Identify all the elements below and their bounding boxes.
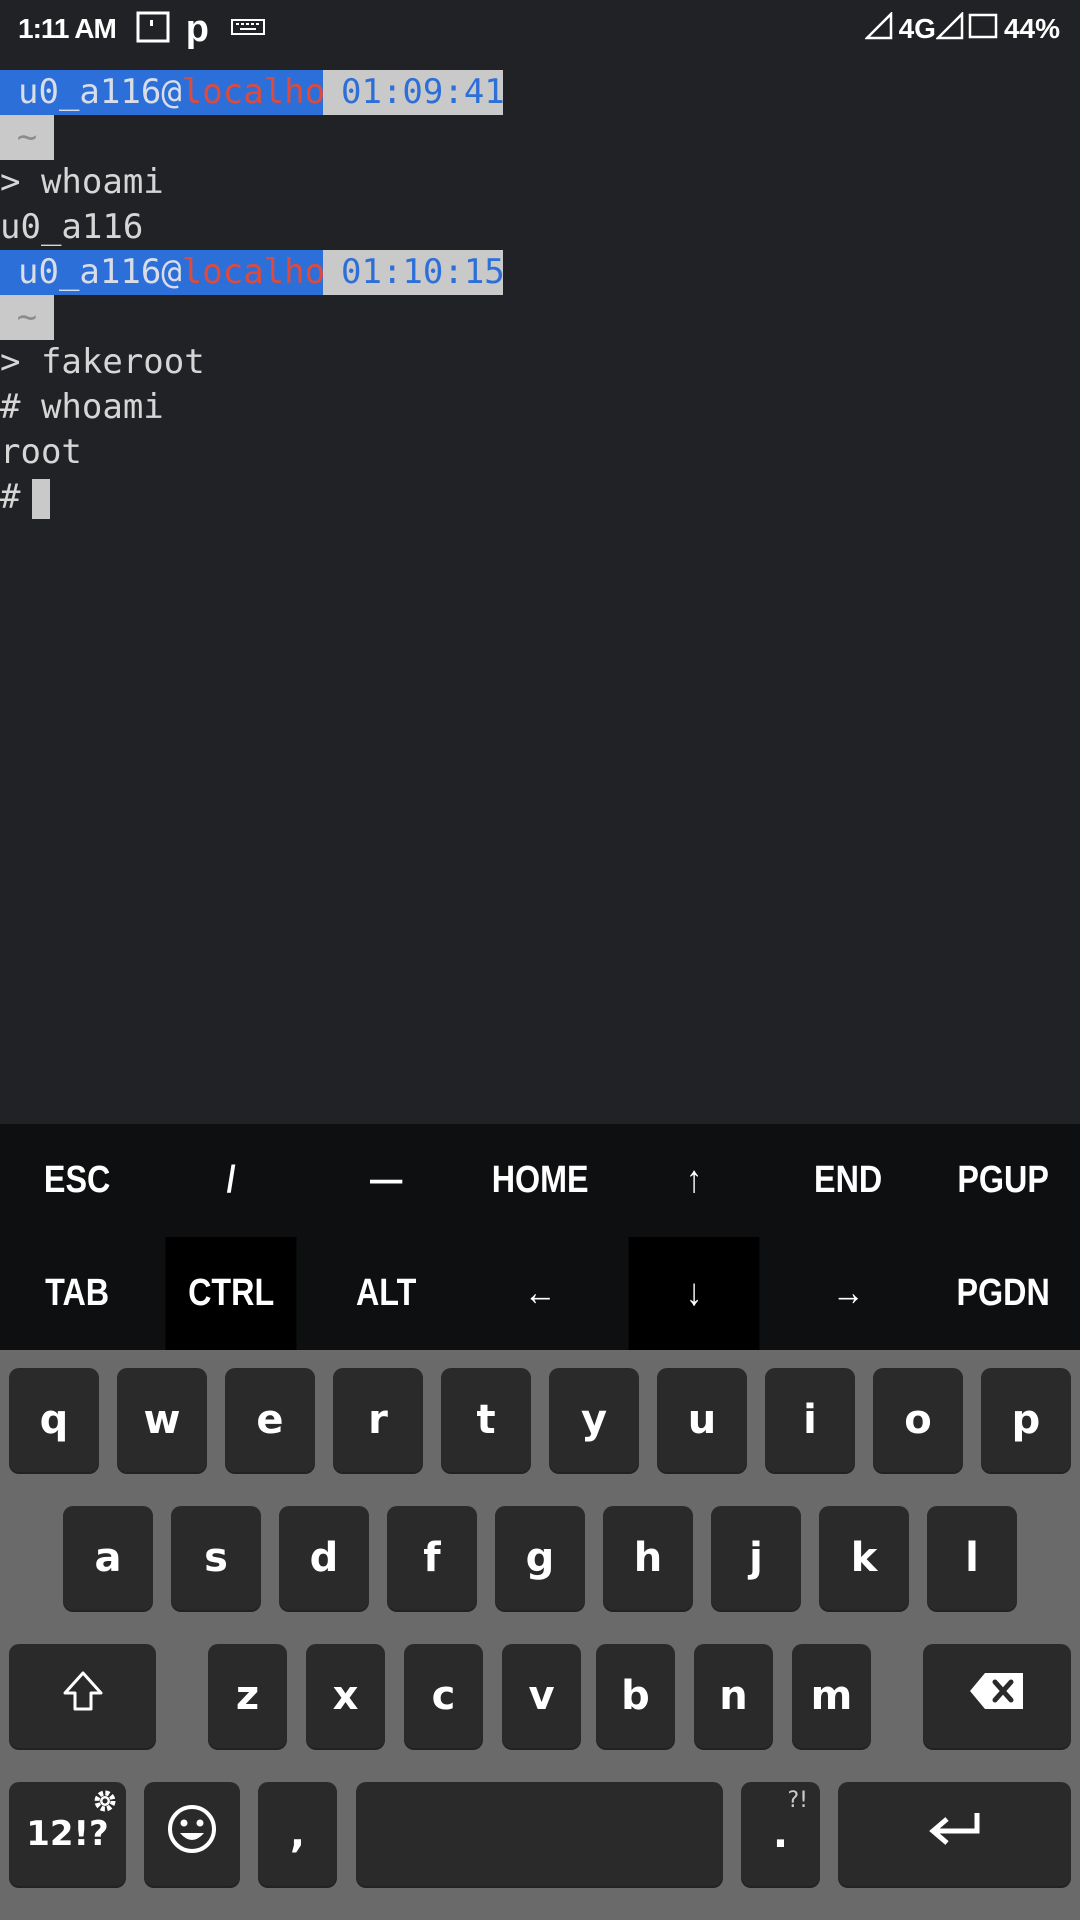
up-arrow-key[interactable]: ↑ bbox=[629, 1124, 760, 1237]
prompt-time: 01:10:15 bbox=[323, 250, 505, 295]
left-arrow-key[interactable]: ← bbox=[474, 1237, 605, 1350]
keyboard-icon bbox=[231, 17, 265, 42]
down-arrow-key[interactable]: ↓ bbox=[628, 1237, 760, 1350]
symbols-key[interactable]: 12!? bbox=[9, 1782, 126, 1886]
key-z[interactable]: z bbox=[208, 1644, 287, 1748]
key-g[interactable]: g bbox=[495, 1506, 585, 1610]
shift-key[interactable] bbox=[9, 1644, 156, 1748]
terminal-output[interactable]: u0_a116@localhost01:09:41 ~ > whoami u0_… bbox=[0, 70, 1080, 520]
emoji-icon bbox=[166, 1803, 218, 1865]
output-line: u0_a116 bbox=[0, 207, 144, 247]
slash-key[interactable]: / bbox=[166, 1124, 297, 1237]
prompt-user-segment: u0_a116@localhost bbox=[0, 250, 366, 295]
dash-key[interactable]: — bbox=[320, 1124, 451, 1237]
command-line: > whoami bbox=[0, 162, 164, 202]
period-sub-label: ?! bbox=[787, 1788, 809, 1813]
prompt-line: u0_a116@localhost01:10:15 bbox=[0, 250, 1080, 295]
prompt-dir: ~ bbox=[0, 115, 54, 160]
command-line: # whoami bbox=[0, 387, 164, 427]
key-r[interactable]: r bbox=[333, 1368, 423, 1472]
key-l[interactable]: l bbox=[927, 1506, 1017, 1610]
key-i[interactable]: i bbox=[765, 1368, 855, 1472]
enter-icon bbox=[927, 1809, 983, 1859]
key-k[interactable]: k bbox=[819, 1506, 909, 1610]
status-bar: 1:11 AM p 4G 44% bbox=[0, 0, 1080, 58]
period-label: . bbox=[772, 1811, 789, 1857]
key-j[interactable]: j bbox=[711, 1506, 801, 1610]
key-t[interactable]: t bbox=[441, 1368, 531, 1472]
prompt-user-segment: u0_a116@localhost bbox=[0, 70, 366, 115]
key-c[interactable]: c bbox=[404, 1644, 483, 1748]
soft-keyboard: q w e r t y u i o p a s d f g h j k l z … bbox=[0, 1350, 1080, 1920]
key-b[interactable]: b bbox=[596, 1644, 675, 1748]
root-prompt: # bbox=[0, 477, 21, 517]
key-p[interactable]: p bbox=[981, 1368, 1071, 1472]
prompt-dir-line: ~ bbox=[0, 115, 1080, 160]
key-u[interactable]: u bbox=[657, 1368, 747, 1472]
key-d[interactable]: d bbox=[279, 1506, 369, 1610]
key-v[interactable]: v bbox=[502, 1644, 581, 1748]
space-key[interactable] bbox=[356, 1782, 723, 1886]
signal-icon-2 bbox=[934, 10, 964, 47]
status-time: 1:11 AM bbox=[18, 13, 117, 44]
key-w[interactable]: w bbox=[117, 1368, 207, 1472]
network-type: 4G bbox=[898, 13, 936, 44]
prompt-dir: ~ bbox=[0, 295, 54, 340]
enter-key[interactable] bbox=[838, 1782, 1071, 1886]
key-n[interactable]: n bbox=[694, 1644, 773, 1748]
key-m[interactable]: m bbox=[792, 1644, 871, 1748]
symbols-label: 12!? bbox=[26, 1814, 109, 1854]
battery-level: 44% bbox=[1003, 13, 1060, 44]
key-a[interactable]: a bbox=[63, 1506, 153, 1610]
key-f[interactable]: f bbox=[387, 1506, 477, 1610]
ctrl-key[interactable]: CTRL bbox=[165, 1237, 297, 1350]
key-e[interactable]: e bbox=[225, 1368, 315, 1472]
settings-gear-icon bbox=[92, 1788, 118, 1820]
backspace-key[interactable] bbox=[923, 1644, 1071, 1748]
home-key[interactable]: HOME bbox=[474, 1124, 605, 1237]
extra-keys-row-2: TAB CTRL ALT ← ↓ → PGDN bbox=[0, 1237, 1080, 1350]
text-cursor bbox=[32, 478, 51, 519]
backspace-icon bbox=[969, 1672, 1025, 1720]
esc-key[interactable]: ESC bbox=[12, 1124, 143, 1237]
output-line: root bbox=[0, 432, 82, 472]
notification-card-icon bbox=[136, 11, 170, 48]
prompt-line: u0_a116@localhost01:09:41 bbox=[0, 70, 1080, 115]
key-s[interactable]: s bbox=[171, 1506, 261, 1610]
end-key[interactable]: END bbox=[783, 1124, 914, 1237]
prompt-time: 01:09:41 bbox=[323, 70, 505, 115]
pgup-key[interactable]: PGUP bbox=[937, 1124, 1068, 1237]
tab-key[interactable]: TAB bbox=[12, 1237, 143, 1350]
key-y[interactable]: y bbox=[549, 1368, 639, 1472]
sim-icon bbox=[968, 13, 998, 46]
period-key[interactable]: . ?! bbox=[741, 1782, 820, 1886]
alt-key[interactable]: ALT bbox=[320, 1237, 451, 1350]
shift-icon bbox=[61, 1669, 105, 1723]
right-arrow-key[interactable]: → bbox=[783, 1237, 914, 1350]
comma-key[interactable]: , bbox=[258, 1782, 337, 1886]
command-line: > fakeroot bbox=[0, 342, 205, 382]
key-x[interactable]: x bbox=[306, 1644, 385, 1748]
key-q[interactable]: q bbox=[9, 1368, 99, 1472]
pgdn-key[interactable]: PGDN bbox=[937, 1237, 1068, 1350]
extra-keys-row-1: ESC / — HOME ↑ END PGUP bbox=[0, 1124, 1080, 1237]
signal-icon bbox=[863, 10, 893, 47]
extra-keys-bar: ESC / — HOME ↑ END PGUP TAB CTRL ALT ← ↓… bbox=[0, 1124, 1080, 1350]
prompt-dir-line: ~ bbox=[0, 295, 1080, 340]
emoji-key[interactable] bbox=[144, 1782, 240, 1886]
key-o[interactable]: o bbox=[873, 1368, 963, 1472]
key-h[interactable]: h bbox=[603, 1506, 693, 1610]
current-prompt-line[interactable]: # bbox=[0, 475, 1080, 520]
p-app-icon: p bbox=[185, 7, 209, 50]
